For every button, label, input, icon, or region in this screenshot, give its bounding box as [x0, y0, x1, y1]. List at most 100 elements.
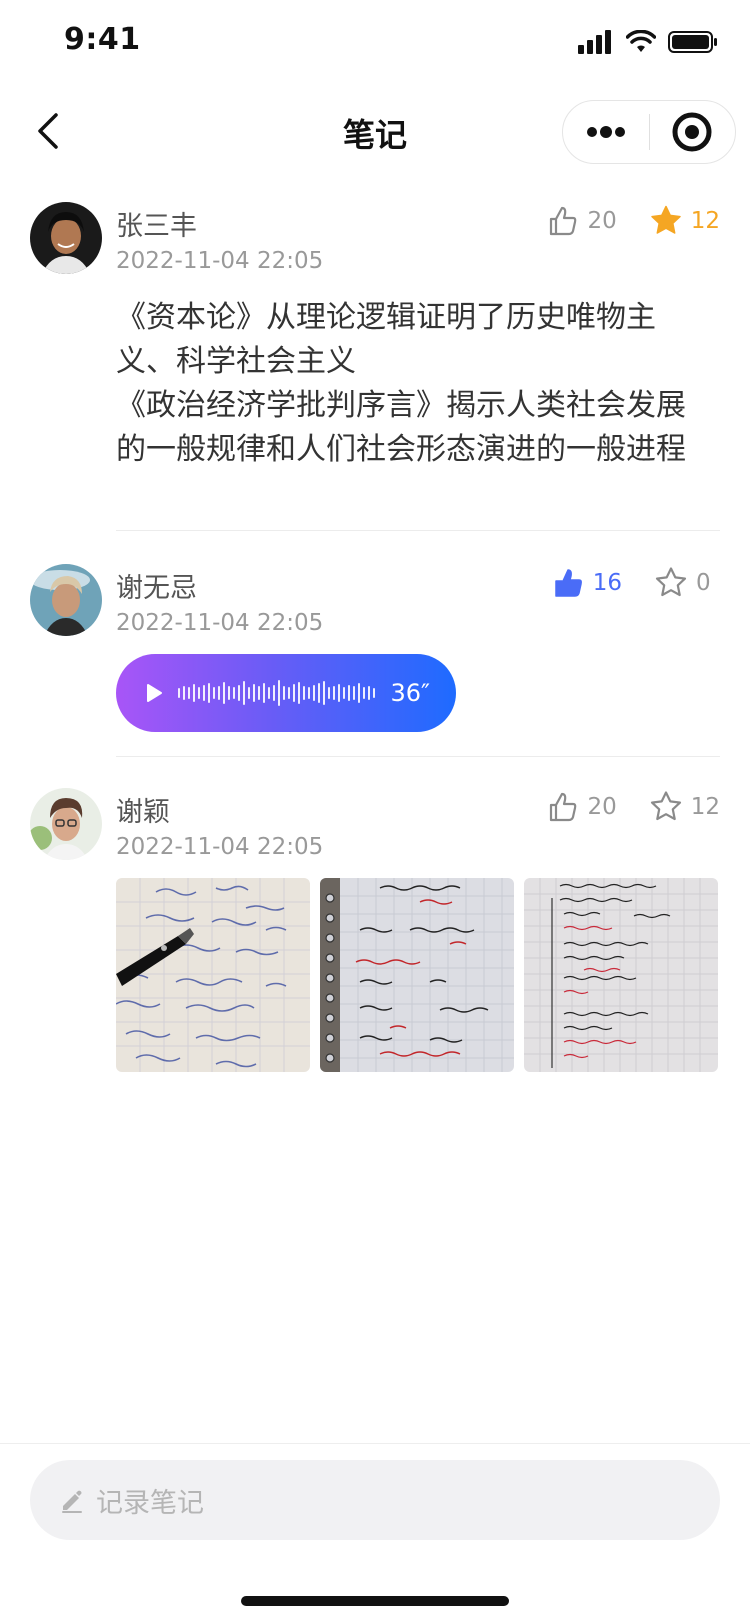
waveform-bar — [368, 686, 370, 700]
avatar[interactable] — [30, 564, 102, 636]
note-stats: 20 12 — [515, 204, 720, 238]
close-miniprogram-button[interactable] — [650, 100, 736, 164]
note-image-math[interactable] — [116, 878, 310, 1072]
avatar[interactable] — [30, 788, 102, 860]
waveform-bar — [298, 682, 300, 704]
waveform-bar — [183, 686, 185, 700]
pencil-icon — [62, 1490, 82, 1513]
author-name: 谢无忌 — [116, 573, 197, 604]
waveform-bar — [213, 687, 215, 699]
note-image-notebook-2[interactable] — [524, 878, 718, 1072]
waveform-bar — [258, 686, 260, 700]
star-count: 12 — [690, 208, 720, 234]
waveform-bar — [283, 686, 285, 700]
note-image-notebook-1[interactable] — [320, 878, 514, 1072]
waveform-bar — [288, 687, 290, 699]
waveform-bar — [268, 687, 270, 699]
status-icons — [578, 30, 718, 54]
star-count: 12 — [690, 794, 720, 820]
avatar-image — [30, 202, 102, 274]
avatar[interactable] — [30, 202, 102, 274]
waveform-bar — [363, 687, 365, 699]
more-dots-icon — [586, 126, 625, 138]
note-stats: 20 12 — [515, 790, 720, 824]
play-icon — [147, 684, 162, 702]
like-count: 20 — [587, 208, 617, 234]
waveform-bar — [223, 682, 225, 704]
waveform-bar — [228, 686, 230, 700]
waveform-bar — [373, 688, 375, 698]
miniprogram-capsule — [562, 100, 736, 164]
note-time: 2022-11-04 22:05 — [116, 248, 324, 274]
waveform-bar — [293, 684, 295, 702]
note-time: 2022-11-04 22:05 — [116, 610, 324, 636]
status-time: 9:41 — [64, 22, 141, 57]
bottom-divider — [0, 1443, 750, 1444]
notebook-notes-image — [524, 878, 718, 1072]
note-text: 《资本论》从理论逻辑证明了历史唯物主义、科学社会主义 《政治经济学批判序言》揭示… — [116, 296, 706, 472]
star-count: 0 — [696, 570, 711, 596]
waveform-bar — [343, 687, 345, 699]
star-outline-icon — [650, 791, 681, 821]
waveform — [178, 673, 375, 713]
note-item: 张三丰 2022-11-04 22:05 20 12 《资本论》从理论逻辑证明了… — [0, 202, 750, 552]
thumbs-up-icon — [550, 792, 577, 822]
waveform-bar — [188, 687, 190, 699]
waveform-bar — [273, 685, 275, 701]
nav-bar: 笔记 — [0, 88, 750, 176]
notebook-notes-image — [320, 878, 514, 1072]
star-button[interactable]: 0 — [654, 566, 720, 600]
waveform-bar — [218, 686, 220, 700]
note-divider — [116, 756, 720, 757]
note-images — [116, 878, 718, 1072]
waveform-bar — [333, 686, 335, 700]
note-input[interactable]: 记录笔记 — [30, 1460, 720, 1540]
waveform-bar — [203, 685, 205, 701]
waveform-bar — [323, 681, 325, 705]
author-name: 张三丰 — [116, 211, 197, 242]
like-count: 20 — [587, 794, 617, 820]
waveform-bar — [208, 683, 210, 703]
star-button[interactable]: 12 — [649, 204, 720, 238]
handwritten-math-image — [116, 878, 310, 1072]
battery-icon — [668, 31, 717, 53]
waveform-bar — [358, 683, 360, 703]
like-button[interactable]: 20 — [547, 205, 617, 237]
waveform-bar — [263, 683, 265, 703]
avatar-image — [30, 788, 102, 860]
signal-icon — [578, 30, 611, 54]
thumbs-up-icon — [550, 206, 577, 236]
note-time: 2022-11-04 22:05 — [116, 834, 324, 860]
waveform-bar — [278, 680, 280, 706]
waveform-bar — [178, 688, 180, 698]
star-button[interactable]: 12 — [649, 790, 720, 824]
more-button[interactable] — [563, 100, 649, 164]
target-close-icon — [672, 112, 712, 152]
like-button[interactable]: 16 — [553, 567, 622, 599]
input-placeholder: 记录笔记 — [96, 1487, 204, 1519]
status-bar: 9:41 — [0, 0, 750, 88]
waveform-bar — [313, 685, 315, 701]
waveform-bar — [193, 684, 195, 702]
note-text-line: 《资本论》从理论逻辑证明了历史唯物主义、科学社会主义 — [116, 300, 656, 379]
waveform-bar — [328, 687, 330, 699]
thumbs-up-filled-icon — [554, 569, 582, 597]
voice-message-player[interactable]: 36″ — [116, 654, 456, 732]
waveform-bar — [248, 687, 250, 699]
wifi-icon — [626, 30, 656, 52]
like-button[interactable]: 20 — [547, 791, 617, 823]
star-filled-icon — [650, 205, 681, 234]
waveform-bar — [338, 684, 340, 702]
waveform-bar — [243, 681, 245, 705]
author-name: 谢颖 — [116, 797, 170, 828]
star-outline-icon — [655, 567, 687, 597]
like-count: 16 — [592, 570, 622, 596]
waveform-bar — [353, 686, 355, 700]
note-item: 谢无忌 2022-11-04 22:05 16 0 36″ — [0, 564, 750, 774]
waveform-bar — [318, 683, 320, 703]
home-indicator — [241, 1596, 509, 1606]
waveform-bar — [198, 687, 200, 699]
waveform-bar — [238, 685, 240, 701]
waveform-bar — [348, 685, 350, 701]
note-stats: 16 0 — [521, 566, 720, 600]
